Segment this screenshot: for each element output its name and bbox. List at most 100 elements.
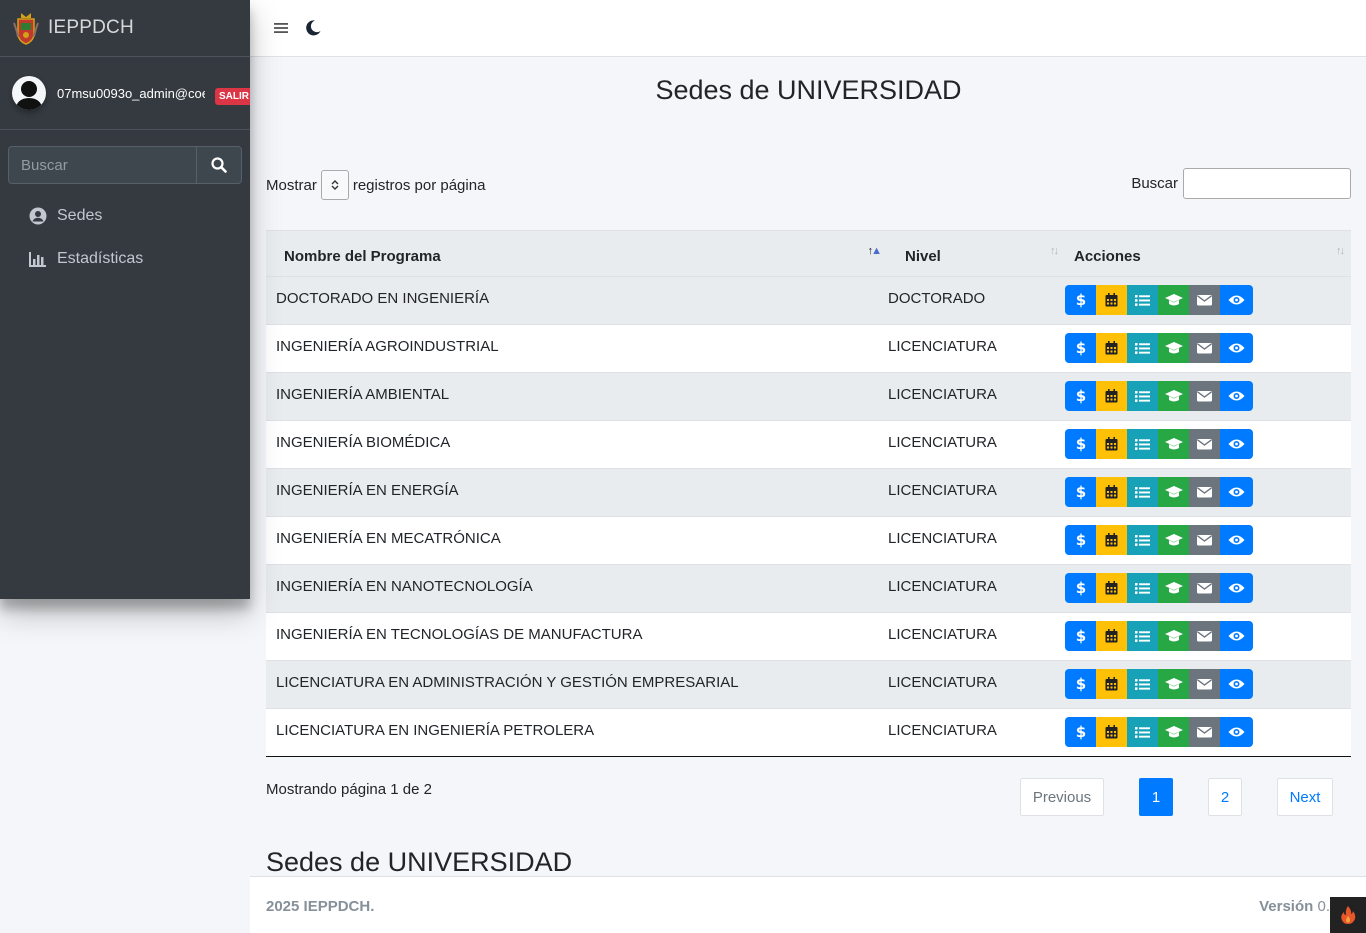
sidebar-search-input[interactable] — [8, 146, 196, 184]
calendar-icon — [1105, 581, 1118, 595]
calendar-button[interactable] — [1096, 333, 1127, 363]
list-button[interactable] — [1127, 285, 1158, 315]
calendar-button[interactable] — [1096, 477, 1127, 507]
email-button[interactable] — [1189, 573, 1220, 603]
graduation-button[interactable] — [1158, 525, 1189, 555]
view-button[interactable] — [1220, 525, 1253, 555]
view-button[interactable] — [1220, 669, 1253, 699]
calendar-button[interactable] — [1096, 669, 1127, 699]
payment-button[interactable]: $ — [1065, 669, 1096, 699]
envelope-icon — [1197, 294, 1212, 306]
svg-text:$: $ — [1076, 388, 1086, 404]
payment-button[interactable]: $ — [1065, 717, 1096, 747]
list-button[interactable] — [1127, 669, 1158, 699]
actions-cell: $ — [1065, 469, 1351, 517]
email-button[interactable] — [1189, 525, 1220, 555]
search-icon[interactable] — [196, 146, 242, 184]
graduation-button[interactable] — [1158, 573, 1189, 603]
graduation-button[interactable] — [1158, 477, 1189, 507]
list-button[interactable] — [1127, 333, 1158, 363]
calendar-button[interactable] — [1096, 573, 1127, 603]
footer: 2025 IEPPDCH. Versión 0. — [250, 876, 1366, 933]
sidebar-search — [8, 146, 242, 184]
column-header-level[interactable]: Nivel ↑↓ — [888, 231, 1065, 277]
view-button[interactable] — [1220, 381, 1253, 411]
view-button[interactable] — [1220, 333, 1253, 363]
program-name-cell: LICENCIATURA EN ADMINISTRACIÓN Y GESTIÓN… — [276, 674, 739, 691]
list-button[interactable] — [1127, 717, 1158, 747]
graduation-button[interactable] — [1158, 621, 1189, 651]
calendar-button[interactable] — [1096, 429, 1127, 459]
view-button[interactable] — [1220, 717, 1253, 747]
actions-cell: $ — [1065, 661, 1351, 709]
next-page-button[interactable]: Next — [1277, 778, 1333, 816]
page-1-button[interactable]: 1 — [1139, 778, 1173, 816]
actions-cell: $ — [1065, 709, 1351, 757]
graduation-cap-icon — [1164, 677, 1183, 691]
calendar-button[interactable] — [1096, 285, 1127, 315]
email-button[interactable] — [1189, 381, 1220, 411]
moon-icon[interactable] — [304, 19, 322, 37]
page-2-button[interactable]: 2 — [1208, 778, 1242, 816]
page-length-select[interactable] — [320, 170, 349, 200]
payment-button[interactable]: $ — [1065, 381, 1096, 411]
payment-button[interactable]: $ — [1065, 429, 1096, 459]
payment-button[interactable]: $ — [1065, 333, 1096, 363]
payment-button[interactable]: $ — [1065, 477, 1096, 507]
graduation-button[interactable] — [1158, 669, 1189, 699]
program-name-cell: INGENIERÍA EN NANOTECNOLOGÍA — [276, 578, 533, 595]
program-name-cell: INGENIERÍA AMBIENTAL — [276, 386, 450, 403]
calendar-button[interactable] — [1096, 525, 1127, 555]
calendar-button[interactable] — [1096, 621, 1127, 651]
email-button[interactable] — [1189, 477, 1220, 507]
eye-icon — [1228, 342, 1245, 354]
sidebar-item-sedes[interactable]: Sedes — [0, 194, 250, 237]
view-button[interactable] — [1220, 477, 1253, 507]
column-header-program[interactable]: Nombre del Programa ↑▲ — [266, 231, 888, 277]
brand-link[interactable]: IEPPDCH — [0, 0, 250, 57]
view-button[interactable] — [1220, 573, 1253, 603]
table-search-input[interactable] — [1183, 168, 1351, 199]
list-button[interactable] — [1127, 477, 1158, 507]
svg-text:$: $ — [1076, 340, 1086, 356]
payment-button[interactable]: $ — [1065, 573, 1096, 603]
list-button[interactable] — [1127, 525, 1158, 555]
email-button[interactable] — [1189, 285, 1220, 315]
email-button[interactable] — [1189, 669, 1220, 699]
table-row: LICENCIATURA EN INGENIERÍA PETROLERA LICE… — [266, 708, 1351, 757]
graduation-button[interactable] — [1158, 285, 1189, 315]
level-cell: LICENCIATURA — [888, 674, 997, 691]
svg-text:$: $ — [1076, 292, 1086, 308]
list-button[interactable] — [1127, 429, 1158, 459]
list-button[interactable] — [1127, 621, 1158, 651]
email-button[interactable] — [1189, 429, 1220, 459]
email-button[interactable] — [1189, 333, 1220, 363]
calendar-button[interactable] — [1096, 381, 1127, 411]
payment-button[interactable]: $ — [1065, 525, 1096, 555]
payment-button[interactable]: $ — [1065, 621, 1096, 651]
sidebar-item-estadisticas[interactable]: Estadísticas — [0, 237, 250, 280]
list-button[interactable] — [1127, 573, 1158, 603]
user-email[interactable]: 07msu0093o_admin@coe — [57, 86, 205, 101]
logout-button[interactable]: SALIR — [215, 88, 250, 105]
calendar-icon — [1105, 341, 1118, 355]
payment-button[interactable]: $ — [1065, 285, 1096, 315]
eye-icon — [1228, 438, 1245, 450]
graduation-button[interactable] — [1158, 333, 1189, 363]
graduation-button[interactable] — [1158, 429, 1189, 459]
calendar-button[interactable] — [1096, 717, 1127, 747]
graduation-button[interactable] — [1158, 381, 1189, 411]
column-header-actions[interactable]: Acciones ↑↓ — [1065, 231, 1351, 277]
email-button[interactable] — [1189, 717, 1220, 747]
view-button[interactable] — [1220, 429, 1253, 459]
view-button[interactable] — [1220, 285, 1253, 315]
envelope-icon — [1197, 486, 1212, 498]
previous-page-button[interactable]: Previous — [1020, 778, 1104, 816]
email-button[interactable] — [1189, 621, 1220, 651]
list-button[interactable] — [1127, 381, 1158, 411]
table-header-row: Nombre del Programa ↑▲ Nivel ↑↓ Acciones… — [266, 230, 1351, 277]
view-button[interactable] — [1220, 621, 1253, 651]
graduation-button[interactable] — [1158, 717, 1189, 747]
fire-icon[interactable] — [1330, 897, 1366, 933]
hamburger-icon[interactable] — [272, 19, 290, 37]
